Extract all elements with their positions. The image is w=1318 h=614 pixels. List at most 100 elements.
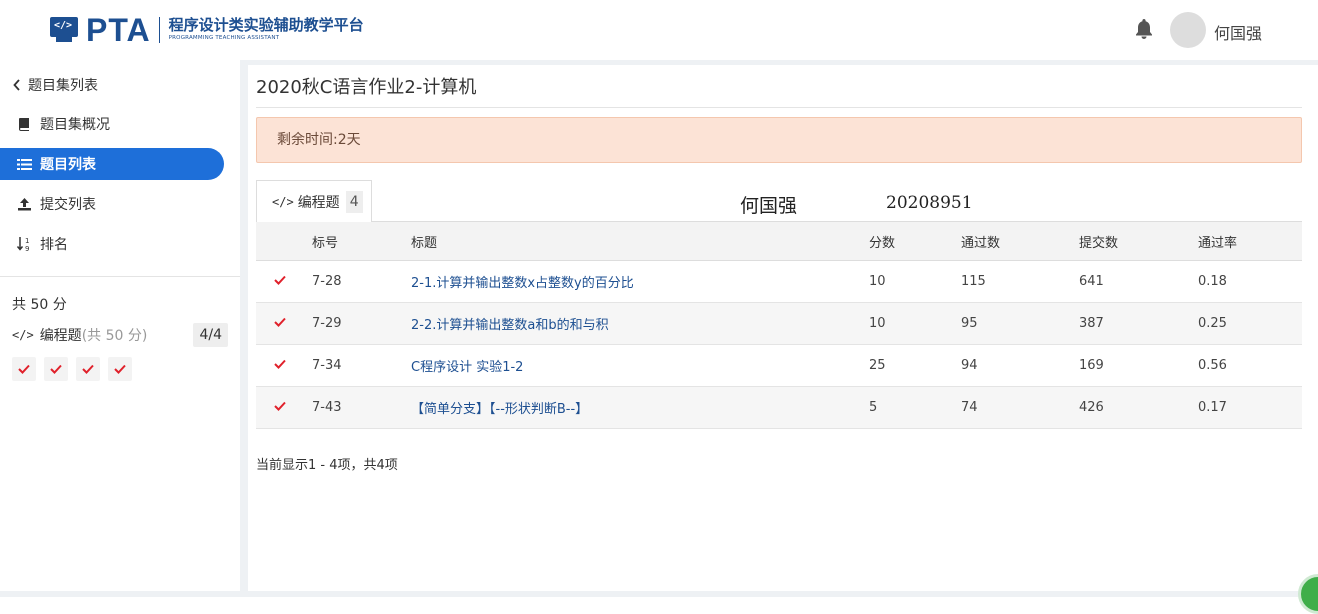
sidebar-item-label: 题目集概况: [40, 117, 110, 133]
total-score: 共 50 分: [12, 297, 67, 313]
problem-submitted: 641: [1079, 260, 1198, 303]
problem-submitted: 387: [1079, 302, 1198, 345]
sidebar-item-ranking[interactable]: 19 排名: [0, 228, 224, 260]
table-row[interactable]: 7-29 2-2.计算并输出整数a和b的和与积 10 95 387 0.25: [256, 302, 1302, 345]
problem-id: 7-43: [312, 386, 411, 429]
svg-text:1: 1: [25, 237, 29, 245]
page-title: 2020秋C语言作业2-计算机: [256, 77, 477, 98]
pta-logo[interactable]: </> PTA 程序设计类实验辅助教学平台 PROGRAMMING TEACHI…: [50, 14, 364, 46]
status-column-header: [256, 221, 312, 261]
top-header: </> PTA 程序设计类实验辅助教学平台 PROGRAMMING TEACHI…: [0, 0, 1318, 60]
problem-pass-rate: 0.18: [1198, 260, 1302, 303]
table-row[interactable]: 7-43 【简单分支】【--形状判断B--】 5 74 426 0.17: [256, 386, 1302, 429]
watermark-id: 20208951: [886, 193, 973, 213]
table-header-row: 标号 标题 分数 通过数 提交数 通过率: [256, 221, 1302, 261]
category-score: (共 50 分): [81, 328, 148, 344]
problem-pass-rate: 0.25: [1198, 302, 1302, 345]
problem-pass-rate: 0.17: [1198, 386, 1302, 429]
pass-mark[interactable]: [108, 357, 132, 381]
category-programming[interactable]: </> 编程题 (共 50 分) 4/4: [12, 323, 228, 347]
status-cell: [256, 302, 312, 345]
status-cell: [256, 344, 312, 387]
back-to-problem-sets[interactable]: 题目集列表: [0, 69, 224, 101]
status-marks: [12, 357, 140, 381]
column-header[interactable]: 提交数: [1079, 221, 1198, 261]
problem-submitted: 169: [1079, 344, 1198, 387]
column-header[interactable]: 分数: [869, 221, 961, 261]
check-icon: [50, 364, 62, 374]
column-header[interactable]: 通过数: [961, 221, 1079, 261]
logo-subtitle: 程序设计类实验辅助教学平台 PROGRAMMING TEACHING ASSIS…: [169, 18, 364, 42]
problem-title-cell: 2-1.计算并输出整数x占整数y的百分比: [411, 260, 869, 303]
table-row[interactable]: 7-28 2-1.计算并输出整数x占整数y的百分比 10 115 641 0.1…: [256, 260, 1302, 303]
check-icon: [114, 364, 126, 374]
sidebar-separator: [0, 276, 240, 277]
problem-title-cell: 【简单分支】【--形状判断B--】: [411, 386, 869, 429]
check-icon: [274, 359, 286, 369]
pass-mark[interactable]: [76, 357, 100, 381]
pass-mark[interactable]: [12, 357, 36, 381]
column-header[interactable]: 标题: [411, 221, 869, 261]
sidebar-item-label: 题目列表: [40, 157, 96, 173]
bell-icon[interactable]: [1134, 18, 1154, 40]
problem-id: 7-29: [312, 302, 411, 345]
check-icon: [274, 401, 286, 411]
problem-passed: 95: [961, 302, 1079, 345]
column-header[interactable]: 通过率: [1198, 221, 1302, 261]
check-icon: [274, 317, 286, 327]
list-icon: [16, 156, 32, 172]
problem-title-link[interactable]: C程序设计 实验1-2: [411, 360, 523, 375]
status-cell: [256, 260, 312, 303]
problem-title-link[interactable]: 2-1.计算并输出整数x占整数y的百分比: [411, 276, 634, 291]
logo-text: PTA: [86, 12, 151, 48]
problem-score: 5: [869, 386, 961, 429]
username[interactable]: 何国强: [1214, 20, 1262, 44]
problem-score: 10: [869, 260, 961, 303]
sort-icon: 19: [16, 236, 32, 252]
problem-title-cell: 2-2.计算并输出整数a和b的和与积: [411, 302, 869, 345]
problem-passed: 115: [961, 260, 1079, 303]
tab-programming[interactable]: </> 编程题 4: [256, 180, 372, 222]
category-name: 编程题: [39, 328, 82, 344]
problem-passed: 94: [961, 344, 1079, 387]
problem-title-link[interactable]: 2-2.计算并输出整数a和b的和与积: [411, 318, 609, 333]
problem-table: 标号 标题 分数 通过数 提交数 通过率 7-28 2-1.计算并输出整数x占整…: [256, 221, 1302, 429]
column-header[interactable]: 标号: [312, 221, 411, 261]
tab-label: 编程题: [297, 194, 340, 211]
problem-passed: 74: [961, 386, 1079, 429]
watermark-name: 何国强: [740, 195, 798, 217]
sidebar-item-submissions[interactable]: 提交列表: [0, 188, 224, 220]
code-icon: </>: [272, 194, 294, 209]
bottom-border: [0, 591, 1318, 597]
problem-score: 25: [869, 344, 961, 387]
svg-text:9: 9: [25, 245, 29, 252]
title-divider: [256, 107, 1302, 108]
chevron-left-icon: [12, 77, 22, 93]
problem-id: 7-28: [312, 260, 411, 303]
problem-title-link[interactable]: 【简单分支】【--形状判断B--】: [411, 402, 588, 417]
status-cell: [256, 386, 312, 429]
sidebar-item-overview[interactable]: 题目集概况: [0, 108, 224, 140]
logo-subtitle-cn: 程序设计类实验辅助教学平台: [168, 16, 364, 35]
sidebar-item-label: 排名: [40, 237, 68, 253]
problem-title-cell: C程序设计 实验1-2: [411, 344, 869, 387]
code-monitor-icon: </>: [50, 17, 82, 43]
sidebar-divider: [240, 60, 248, 597]
check-icon: [18, 364, 30, 374]
sidebar-item-label: 提交列表: [40, 197, 96, 213]
problem-score: 10: [869, 302, 961, 345]
pass-mark[interactable]: [44, 357, 68, 381]
table-row[interactable]: 7-34 C程序设计 实验1-2 25 94 169 0.56: [256, 344, 1302, 387]
code-icon: </>: [12, 328, 34, 342]
avatar[interactable]: [1170, 12, 1206, 48]
remaining-time-alert: 剩余时间:2天: [256, 117, 1302, 163]
book-icon: [16, 116, 32, 132]
category-count: 4/4: [193, 323, 228, 347]
logo-divider: [158, 17, 160, 43]
tab-count-badge: 4: [345, 190, 363, 213]
upload-icon: [16, 196, 32, 212]
back-label: 题目集列表: [28, 78, 98, 94]
pagination-summary: 当前显示1 - 4项，共4项: [256, 458, 398, 473]
sidebar-item-problem-list[interactable]: 题目列表: [0, 148, 224, 180]
check-icon: [274, 275, 286, 285]
